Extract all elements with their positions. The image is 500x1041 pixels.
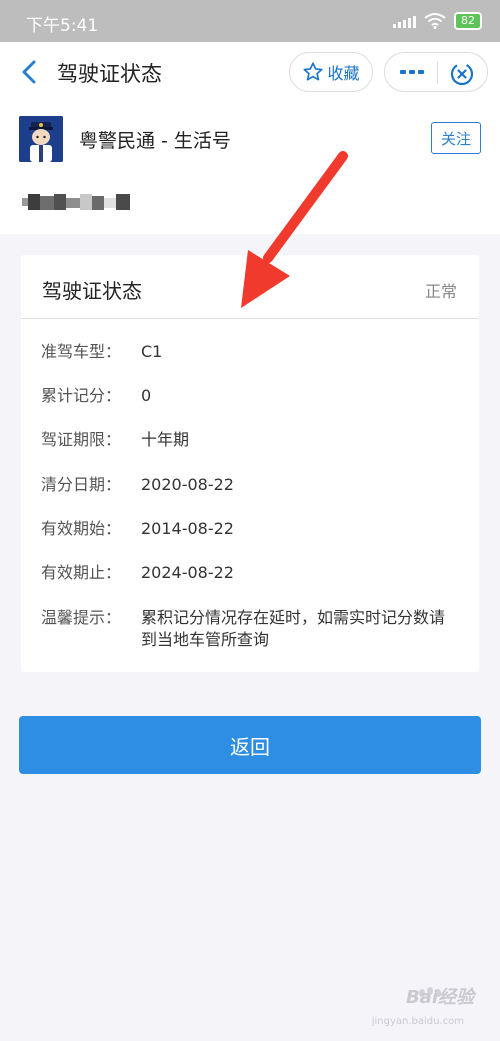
watermark-url: jingyan.baidu.com (371, 1016, 464, 1027)
annotation-arrow-icon (241, 151, 348, 308)
watermark-text: Bai经验 (405, 987, 474, 1008)
